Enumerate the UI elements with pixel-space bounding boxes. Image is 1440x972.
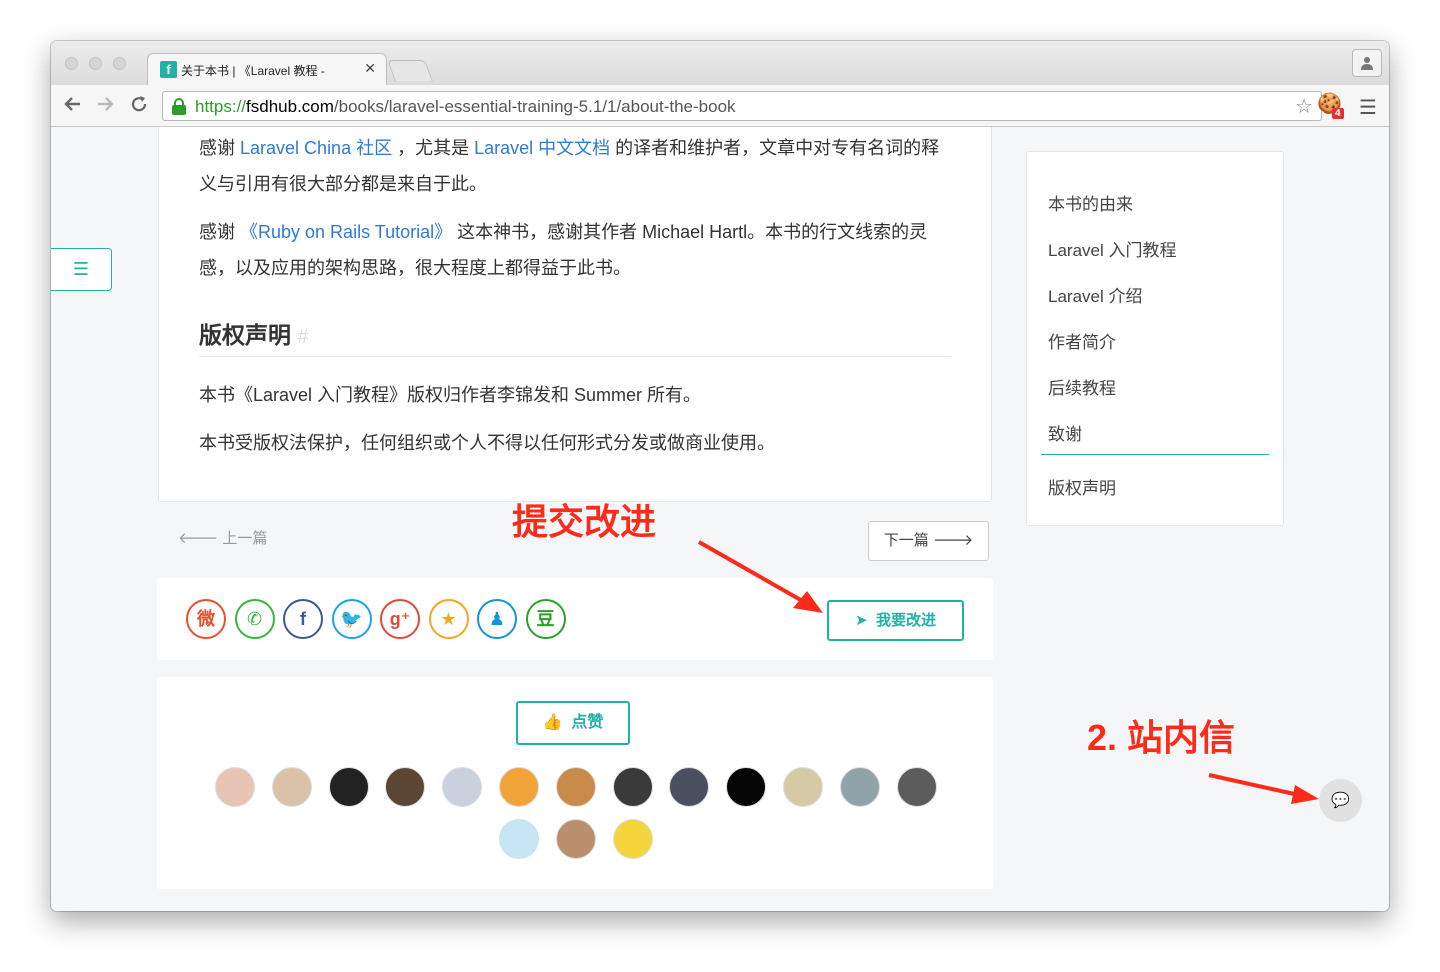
arrowhead-improve [793, 591, 823, 613]
profile-icon [1361, 57, 1373, 70]
tab-title: 关于本书 | 《Laravel 教程 - [181, 64, 325, 78]
browser-window: f 关于本书 | 《Laravel 教程 - ✕ https://fsdhub.… [51, 41, 1389, 911]
url-text[interactable]: https://fsdhub.com/books/laravel-essenti… [195, 97, 736, 117]
minimize-window-button[interactable] [89, 57, 102, 70]
forward-button[interactable] [95, 94, 115, 119]
browser-tab[interactable]: f 关于本书 | 《Laravel 教程 - ✕ [147, 53, 387, 85]
bookmark-star-icon[interactable]: ☆ [1295, 94, 1313, 119]
reload-button[interactable] [129, 94, 149, 119]
close-window-button[interactable] [65, 57, 78, 70]
browser-toolbar: https://fsdhub.com/books/laravel-essenti… [51, 85, 1389, 127]
reload-icon [131, 96, 147, 112]
arrow-to-chat [1208, 773, 1300, 797]
lock-icon [172, 98, 186, 115]
new-tab-button[interactable] [387, 60, 433, 81]
back-arrow-icon [64, 97, 80, 111]
site-favicon-icon: f [160, 61, 177, 78]
profile-button[interactable] [1352, 49, 1382, 77]
arrowhead-chat [1291, 785, 1319, 804]
zoom-window-button[interactable] [113, 57, 126, 70]
extension-badge: 4 [1332, 108, 1344, 119]
arrow-to-improve [698, 540, 807, 605]
annotation-arrows [698, 540, 1319, 804]
back-button[interactable] [63, 94, 83, 119]
address-bar[interactable]: https://fsdhub.com/books/laravel-essenti… [162, 91, 1322, 121]
forward-arrow-icon [98, 97, 114, 111]
page-viewport: ☰ 感谢 Laravel China 社区 ，尤其是 Laravel 中文文档 … [51, 127, 1389, 911]
tab-bar: f 关于本书 | 《Laravel 教程 - ✕ [51, 41, 1389, 85]
menu-icon[interactable]: ☰ [1359, 95, 1377, 120]
tab-close-icon[interactable]: ✕ [364, 60, 376, 77]
